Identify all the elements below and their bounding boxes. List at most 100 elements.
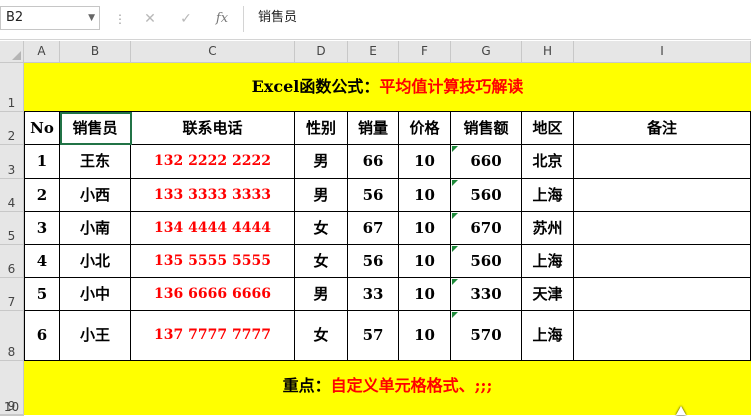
table-cell[interactable]: 570	[451, 311, 522, 361]
note-banner[interactable]: 重点：自定义单元格格式、;;;	[24, 361, 751, 415]
header-cell[interactable]: 销售员	[60, 112, 131, 145]
table-cell[interactable]: 小王	[60, 311, 131, 361]
table-cell[interactable]: 670	[451, 212, 522, 245]
cancel-icon[interactable]: ✕	[140, 9, 160, 29]
chevron-down-icon[interactable]: ▼	[88, 7, 95, 29]
title-banner[interactable]: Excel函数公式：平均值计算技巧解读	[24, 63, 751, 112]
table-cell[interactable]	[574, 278, 751, 311]
table-cell[interactable]: 137 7777 7777	[131, 311, 295, 361]
row-header-3[interactable]: 3	[0, 145, 24, 179]
table-cell[interactable]: 10	[399, 311, 451, 361]
table-cell[interactable]: 134 4444 4444	[131, 212, 295, 245]
column-header-I[interactable]: I	[574, 41, 751, 63]
formula-bar: B2 ▼ ⋮ ✕ ✓ fx 销售员	[0, 0, 751, 40]
cell-value: 57	[362, 326, 384, 344]
table-cell[interactable]: 苏州	[522, 212, 574, 245]
table-cell[interactable]	[574, 311, 751, 361]
column-header-C[interactable]: C	[131, 41, 295, 63]
table-cell[interactable]: 女	[295, 311, 348, 361]
table-cell[interactable]	[574, 145, 751, 179]
table-cell[interactable]: 2	[24, 179, 60, 212]
select-all-corner[interactable]	[0, 41, 24, 63]
column-header-B[interactable]: B	[60, 41, 131, 63]
table-cell[interactable]: 小西	[60, 179, 131, 212]
table-cell[interactable]: 56	[348, 179, 399, 212]
header-cell[interactable]: 销售额	[451, 112, 522, 145]
cell-value: 10	[414, 285, 435, 303]
column-header-H[interactable]: H	[522, 41, 574, 63]
row-header-5[interactable]: 5	[0, 212, 24, 245]
row-header-4[interactable]: 4	[0, 179, 24, 212]
header-cell[interactable]: 地区	[522, 112, 574, 145]
header-cell[interactable]: 联系电话	[131, 112, 295, 145]
table-cell[interactable]: 10	[399, 212, 451, 245]
header-cell[interactable]: 备注	[574, 112, 751, 145]
cell-value: 王东	[79, 152, 110, 170]
header-cell[interactable]: 价格	[399, 112, 451, 145]
table-cell[interactable]: 小北	[60, 245, 131, 278]
header-label: 联系电话	[182, 119, 243, 137]
table-cell[interactable]: 132 2222 2222	[131, 145, 295, 179]
row-number: 3	[7, 163, 16, 177]
row-header-7[interactable]: 7	[0, 278, 24, 311]
table-cell[interactable]: 天津	[522, 278, 574, 311]
table-cell[interactable]	[574, 212, 751, 245]
error-indicator-icon	[452, 279, 458, 285]
table-cell[interactable]: 10	[399, 278, 451, 311]
table-cell[interactable]: 33	[348, 278, 399, 311]
table-cell[interactable]: 67	[348, 212, 399, 245]
table-cell[interactable]: 10	[399, 179, 451, 212]
table-cell[interactable]: 135 5555 5555	[131, 245, 295, 278]
row-header-8[interactable]: 8	[0, 311, 24, 361]
table-cell[interactable]: 小南	[60, 212, 131, 245]
column-header-G[interactable]: G	[451, 41, 522, 63]
table-cell[interactable]: 1	[24, 145, 60, 179]
column-header-E[interactable]: E	[348, 41, 399, 63]
table-cell[interactable]: 57	[348, 311, 399, 361]
table-cell[interactable]: 10	[399, 245, 451, 278]
cell-value: 10	[414, 252, 435, 270]
table-cell[interactable]: 上海	[522, 179, 574, 212]
formula-input[interactable]: 销售员	[243, 6, 751, 32]
table-cell[interactable]: 136 6666 6666	[131, 278, 295, 311]
header-cell[interactable]: No	[24, 112, 60, 145]
row-header-1[interactable]: 1	[0, 63, 24, 112]
table-cell[interactable]: 3	[24, 212, 60, 245]
table-cell[interactable]: 133 3333 3333	[131, 179, 295, 212]
table-cell[interactable]: 男	[295, 179, 348, 212]
header-cell[interactable]: 性别	[295, 112, 348, 145]
table-cell[interactable]: 6	[24, 311, 60, 361]
cell-value: 67	[362, 219, 384, 237]
table-cell[interactable]: 56	[348, 245, 399, 278]
table-cell[interactable]	[574, 245, 751, 278]
table-cell[interactable]: 小中	[60, 278, 131, 311]
table-cell[interactable]: 5	[24, 278, 60, 311]
insert-function-icon[interactable]: fx	[212, 9, 232, 29]
cell-value: 10	[414, 152, 435, 170]
name-box[interactable]: B2 ▼	[0, 6, 100, 30]
column-header-F[interactable]: F	[399, 41, 451, 63]
table-cell[interactable]: 330	[451, 278, 522, 311]
table-cell[interactable]: 4	[24, 245, 60, 278]
table-cell[interactable]: 女	[295, 212, 348, 245]
table-cell[interactable]: 560	[451, 179, 522, 212]
cell-value: 男	[313, 152, 329, 170]
column-header-D[interactable]: D	[295, 41, 348, 63]
table-cell[interactable]: 女	[295, 245, 348, 278]
table-cell[interactable]: 男	[295, 278, 348, 311]
row-header-6[interactable]: 6	[0, 245, 24, 278]
table-cell[interactable]: 66	[348, 145, 399, 179]
table-cell[interactable]: 北京	[522, 145, 574, 179]
table-cell[interactable]: 10	[399, 145, 451, 179]
table-cell[interactable]: 上海	[522, 245, 574, 278]
column-header-A[interactable]: A	[24, 41, 60, 63]
table-cell[interactable]: 560	[451, 245, 522, 278]
table-cell[interactable]: 660	[451, 145, 522, 179]
row-header-2[interactable]: 2	[0, 112, 24, 145]
table-cell[interactable]	[574, 179, 751, 212]
table-cell[interactable]: 男	[295, 145, 348, 179]
enter-icon[interactable]: ✓	[176, 9, 196, 29]
header-cell[interactable]: 销量	[348, 112, 399, 145]
table-cell[interactable]: 上海	[522, 311, 574, 361]
table-cell[interactable]: 王东	[60, 145, 131, 179]
